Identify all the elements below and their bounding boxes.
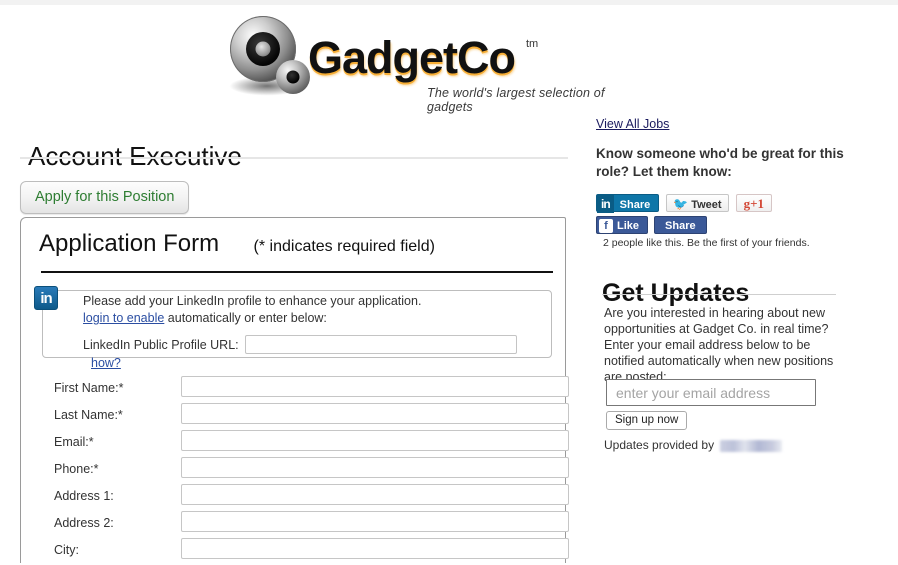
brand-tagline: The world's largest selection of gadgets [427, 86, 605, 114]
google-plus-one-button[interactable]: g+1 [735, 194, 772, 212]
city-input[interactable] [181, 538, 569, 559]
twitter-tweet-button[interactable]: 🐦 Tweet [666, 194, 729, 212]
facebook-like-button[interactable]: f Like [596, 216, 649, 234]
facebook-like-label: Like [617, 220, 640, 232]
field-label: Last Name:* [54, 408, 123, 422]
social-share-row-2: f Like Share 2 people like this. Be the fir… [596, 216, 898, 249]
application-fields: First Name:* Last Name:* Email:* Phone:*… [35, 376, 569, 565]
get-updates-body: Are you interested in hearing about new … [604, 306, 834, 384]
field-row: Address 1: [35, 484, 569, 511]
how-link[interactable]: how? [91, 356, 121, 370]
gears-icon [228, 14, 320, 100]
get-updates-divider [602, 294, 836, 295]
view-all-jobs-link[interactable]: View All Jobs [596, 117, 669, 131]
linkedin-url-input[interactable] [244, 335, 517, 354]
updates-email-input[interactable]: enter your email address [606, 379, 816, 406]
social-share-row-1: in Share 🐦 Tweet g+1 [596, 194, 772, 213]
required-field-note: (* indicates required field) [253, 238, 435, 255]
twitter-label: Tweet [691, 199, 722, 211]
application-form-panel: Application Form (* indicates required f… [20, 217, 569, 565]
form-header: Application Form (* indicates required f… [39, 230, 551, 258]
email-input[interactable] [181, 430, 569, 451]
title-divider [20, 157, 568, 159]
address2-input[interactable] [181, 511, 569, 532]
twitter-bird-icon: 🐦 [673, 197, 689, 211]
field-row: Last Name:* [35, 403, 569, 430]
field-row: Address 2: [35, 511, 569, 538]
field-label: Address 2: [54, 516, 114, 530]
linkedin-url-row: LinkedIn Public Profile URL: how? [83, 335, 553, 372]
field-label: Address 1: [54, 489, 114, 503]
site-logo[interactable]: GadgetCo tm The world's largest selectio… [228, 12, 628, 114]
linkedin-prompt-line2: login to enable automatically or enter b… [83, 311, 327, 325]
field-row: City: [35, 538, 569, 565]
apply-button[interactable]: Apply for this Position [20, 181, 190, 214]
updates-provided-by: Updates provided by [604, 438, 783, 452]
facebook-share-button[interactable]: Share [654, 216, 707, 234]
linkedin-url-label: LinkedIn Public Profile URL: [83, 337, 239, 352]
linkedin-prompt-line1: Please add your LinkedIn profile to enha… [83, 294, 422, 308]
field-row: Email:* [35, 430, 569, 457]
provider-logo-redacted [720, 439, 783, 452]
field-row: Phone:* [35, 457, 569, 484]
field-label: Email:* [54, 435, 94, 449]
field-label: Phone:* [54, 462, 99, 476]
page-top-band [0, 0, 898, 5]
updates-provided-by-label: Updates provided by [604, 438, 715, 452]
trademark-mark: tm [526, 38, 539, 50]
form-heading: Application Form [39, 230, 220, 257]
facebook-like-count-note: 2 people like this. Be the first of your… [603, 237, 810, 249]
linkedin-share-button[interactable]: in Share [596, 194, 660, 213]
phone-input[interactable] [181, 457, 569, 478]
signup-button[interactable]: Sign up now [606, 411, 688, 430]
linkedin-prompt-line2-rest: automatically or enter below: [164, 311, 327, 325]
linkedin-share-label: Share [619, 199, 651, 211]
last-name-input[interactable] [181, 403, 569, 424]
linkedin-login-link[interactable]: login to enable [83, 311, 164, 325]
form-header-divider [41, 271, 553, 273]
updates-email-placeholder: enter your email address [616, 385, 771, 401]
first-name-input[interactable] [181, 376, 569, 397]
field-label: City: [54, 543, 79, 557]
field-row: First Name:* [35, 376, 569, 403]
linkedin-prompt-box: in Please add your LinkedIn profile to e… [34, 286, 552, 370]
field-label: First Name:* [54, 381, 124, 395]
facebook-icon: f [599, 219, 613, 233]
brand-name: GadgetCo [308, 32, 516, 83]
referral-prompt: Know someone who'd be great for this rol… [596, 146, 844, 179]
address1-input[interactable] [181, 484, 569, 505]
linkedin-icon: in [597, 195, 614, 213]
linkedin-icon: in [34, 286, 58, 310]
